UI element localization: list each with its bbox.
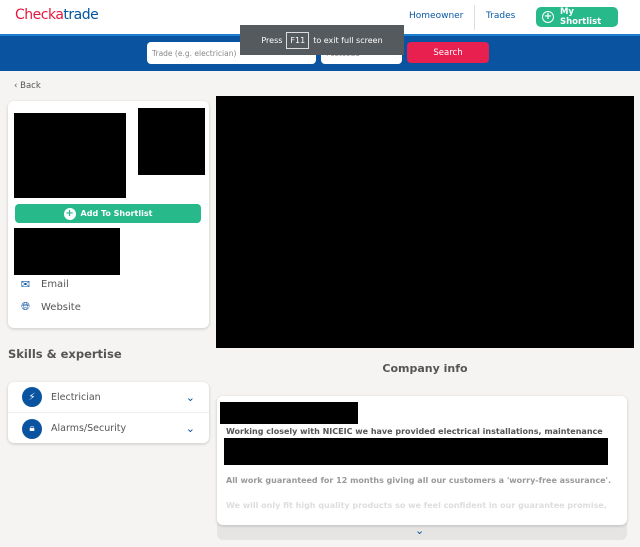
fullscreen-notice: Press F11 to exit full screen [240, 25, 404, 55]
envelope-icon: ✉ [20, 278, 31, 291]
redacted-image [14, 113, 126, 198]
globe-icon: 🌐︎ [21, 300, 30, 313]
nav-homeowner[interactable]: Homeowner [409, 11, 463, 21]
chevron-down-icon[interactable]: ⌄ [415, 524, 424, 537]
redacted-media [216, 96, 634, 348]
nav-trades[interactable]: Trades [486, 11, 515, 21]
lock-icon: 🔒︎ [22, 418, 42, 439]
guarantee-text: All work guaranteed for 12 months giving… [226, 476, 611, 485]
chevron-down-icon: ⌄ [185, 422, 195, 435]
email-link[interactable]: ✉ Email [19, 278, 69, 291]
company-info-heading: Company info [382, 362, 468, 375]
back-link[interactable]: ‹ Back [14, 81, 41, 91]
lightning-icon: ⚡︎ [22, 387, 42, 407]
add-to-shortlist-button[interactable]: + Add To Shortlist [15, 204, 201, 223]
redacted-text [224, 438, 608, 465]
my-shortlist-button[interactable]: + My Shortlist [536, 7, 618, 27]
quality-text: We will only fit high quality products s… [226, 501, 607, 514]
checkatrade-logo[interactable]: Checkatrade [15, 7, 99, 23]
website-link[interactable]: 🌐︎ Website [19, 300, 81, 314]
plus-circle-icon: + [63, 207, 76, 220]
chevron-down-icon: ⌄ [185, 390, 195, 404]
search-button[interactable]: Search [407, 42, 489, 63]
skill-electrician[interactable]: ⚡︎ Electrician ⌄ [8, 382, 209, 413]
redacted-details [14, 228, 120, 275]
plus-circle-icon: + [542, 11, 554, 23]
redacted-logo [138, 108, 205, 175]
skill-alarms-security[interactable]: 🔒︎ Alarms/Security ⌄ [8, 413, 209, 444]
redacted-title [220, 402, 358, 424]
skills-heading: Skills & expertise [8, 347, 122, 361]
nav-divider [474, 5, 475, 30]
